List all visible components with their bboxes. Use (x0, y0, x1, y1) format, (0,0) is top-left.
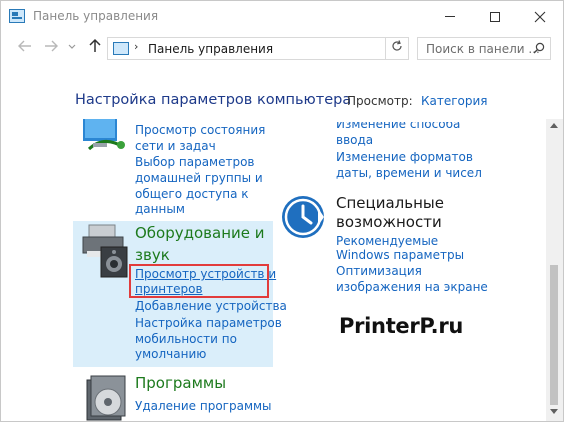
up-arrow-icon (89, 38, 101, 52)
refresh-icon (392, 40, 402, 51)
refresh-button[interactable] (385, 37, 409, 60)
scroll-up-button[interactable] (550, 121, 558, 130)
chevron-down-icon (550, 409, 558, 414)
back-arrow-icon (18, 40, 31, 52)
ease-of-access-icon (282, 196, 324, 238)
devices-printers-highlight-box (129, 264, 269, 298)
maximize-icon (490, 11, 500, 22)
breadcrumb-separator[interactable]: › (134, 40, 138, 53)
page-title: Настройка параметров компьютера (75, 92, 352, 108)
up-button[interactable] (85, 38, 105, 58)
region-link-formats-cont[interactable]: даты, времени и чисел (336, 165, 482, 181)
breadcrumb-control-panel[interactable]: Панель управления (148, 42, 273, 56)
hardware-category-title-line2[interactable]: звук (135, 245, 170, 266)
accessibility-link-optimize-display-cont[interactable]: изображения на экране (336, 279, 488, 295)
add-device-link[interactable]: Добавление устройства (135, 298, 287, 314)
uninstall-program-link[interactable]: Удаление программы (135, 398, 272, 414)
navigation-bar: › Панель управления Поиск в панели ... (1, 32, 563, 65)
title-bar: Панель управления (1, 1, 563, 32)
region-link-input-method[interactable]: Изменение способа (336, 122, 460, 132)
forward-button[interactable] (41, 38, 61, 58)
network-link-homegroup-cont[interactable]: домашней группы и (135, 170, 263, 186)
region-link-input-method-cont[interactable]: ввода (336, 132, 373, 148)
scroll-down-button[interactable] (550, 408, 558, 417)
network-link-homegroup-cont2[interactable]: общего доступа к (135, 186, 248, 202)
categories-panel: Просмотр состояния сети и задач Выбор па… (1, 119, 546, 421)
printer-speaker-icon (82, 224, 128, 278)
region-link-formats[interactable]: Изменение форматов (336, 149, 473, 165)
vertical-scrollbar[interactable] (546, 119, 563, 421)
minimize-icon (445, 16, 455, 17)
forward-arrow-icon (45, 40, 58, 52)
watermark-text: PrinterP.ru (339, 314, 464, 338)
accessibility-category-title-line2[interactable]: возможности (336, 212, 442, 233)
search-box[interactable]: Поиск в панели ... (417, 37, 551, 60)
network-link-homegroup[interactable]: Выбор параметров (135, 154, 255, 170)
mobility-settings-link-cont2[interactable]: умолчанию (135, 346, 206, 362)
network-link-view-status-cont[interactable]: сети и задач (135, 138, 216, 154)
chevron-down-icon (68, 44, 76, 49)
control-panel-icon (9, 9, 25, 23)
maximize-button[interactable] (472, 1, 518, 32)
accessibility-category-title-line1[interactable]: Специальные (336, 193, 444, 214)
mobility-settings-link-cont[interactable]: мобильности по (135, 331, 237, 347)
scrollbar-thumb[interactable] (550, 265, 558, 405)
close-button[interactable] (517, 1, 563, 32)
view-by-label: Просмотр: (347, 94, 413, 108)
view-by-dropdown[interactable]: Категория (421, 94, 488, 108)
control-panel-window: Панель управления › Панель управления По… (0, 0, 564, 422)
address-bar[interactable]: › Панель управления (107, 37, 409, 60)
programs-category-title[interactable]: Программы (135, 373, 226, 394)
close-icon (534, 11, 546, 22)
network-link-homegroup-cont3[interactable]: данным (135, 201, 185, 217)
hardware-category-title-line1[interactable]: Оборудование и (135, 223, 265, 244)
window-title: Панель управления (33, 9, 159, 23)
mobility-settings-link[interactable]: Настройка параметров (135, 315, 282, 331)
recent-locations-button[interactable] (65, 38, 79, 58)
chevron-up-icon (550, 123, 558, 128)
control-panel-small-icon (113, 42, 129, 55)
search-input[interactable]: Поиск в панели ... (426, 42, 540, 56)
network-link-view-status[interactable]: Просмотр состояния (135, 122, 265, 138)
minimize-button[interactable] (427, 1, 473, 32)
programs-icon (86, 375, 126, 421)
network-icon (83, 119, 125, 151)
accessibility-link-optimize-display[interactable]: Оптимизация (336, 263, 422, 279)
accessibility-link-recommended-cont[interactable]: Windows параметры (336, 247, 464, 263)
back-button[interactable] (15, 38, 35, 58)
search-icon[interactable] (533, 42, 545, 54)
